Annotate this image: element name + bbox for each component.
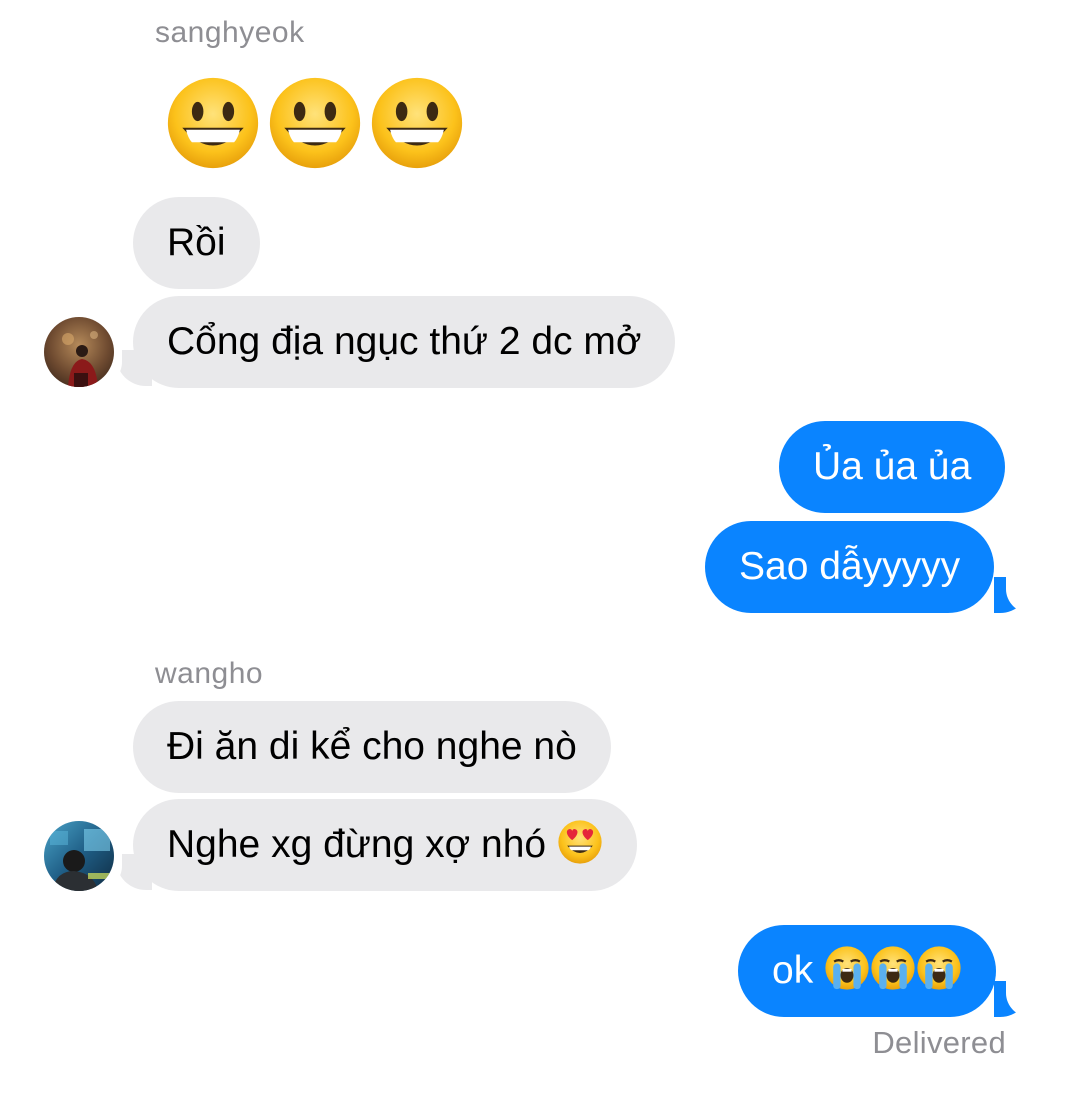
sender-name-wangho: wangho	[155, 657, 264, 690]
message-text: ok	[772, 949, 825, 992]
loudly-crying-face-icon	[917, 946, 961, 990]
avatar-sanghyeok[interactable]	[44, 317, 114, 387]
emoji-message[interactable]	[165, 75, 465, 171]
message-bubble-incoming[interactable]: Đi ăn di kể cho nghe nò	[133, 701, 611, 793]
message-text: Đi ăn di kể cho nghe nò	[167, 725, 577, 768]
avatar-photo	[44, 821, 114, 891]
message-text: Ủa ủa ủa	[813, 445, 972, 488]
avatar-wangho[interactable]	[44, 821, 114, 891]
message-bubble-outgoing[interactable]: Ủa ủa ủa	[779, 421, 1006, 513]
grinning-face-icon	[371, 77, 463, 169]
message-text: Nghe xg đừng xợ nhó	[167, 823, 557, 866]
message-bubble-incoming[interactable]: Rồi	[133, 197, 260, 289]
heart-eyes-face-icon	[558, 820, 602, 864]
delivered-status: Delivered	[872, 1025, 1006, 1060]
message-text: Cổng địa ngục thứ 2 dc mở	[167, 320, 642, 363]
avatar-photo	[44, 317, 114, 387]
grinning-face-icon	[269, 77, 361, 169]
message-text: Sao dẫyyyyy	[739, 545, 961, 588]
message-bubble-outgoing[interactable]: ok	[738, 925, 997, 1017]
message-bubble-incoming[interactable]: Cổng địa ngục thứ 2 dc mở	[133, 296, 676, 388]
message-bubble-outgoing[interactable]: Sao dẫyyyyy	[705, 521, 995, 613]
loudly-crying-face-icon	[871, 946, 915, 990]
grinning-face-icon	[167, 77, 259, 169]
message-text: Rồi	[167, 221, 226, 264]
loudly-crying-face-icon	[825, 946, 869, 990]
message-bubble-incoming[interactable]: Nghe xg đừng xợ nhó	[133, 799, 637, 891]
sender-name-sanghyeok: sanghyeok	[155, 16, 305, 49]
